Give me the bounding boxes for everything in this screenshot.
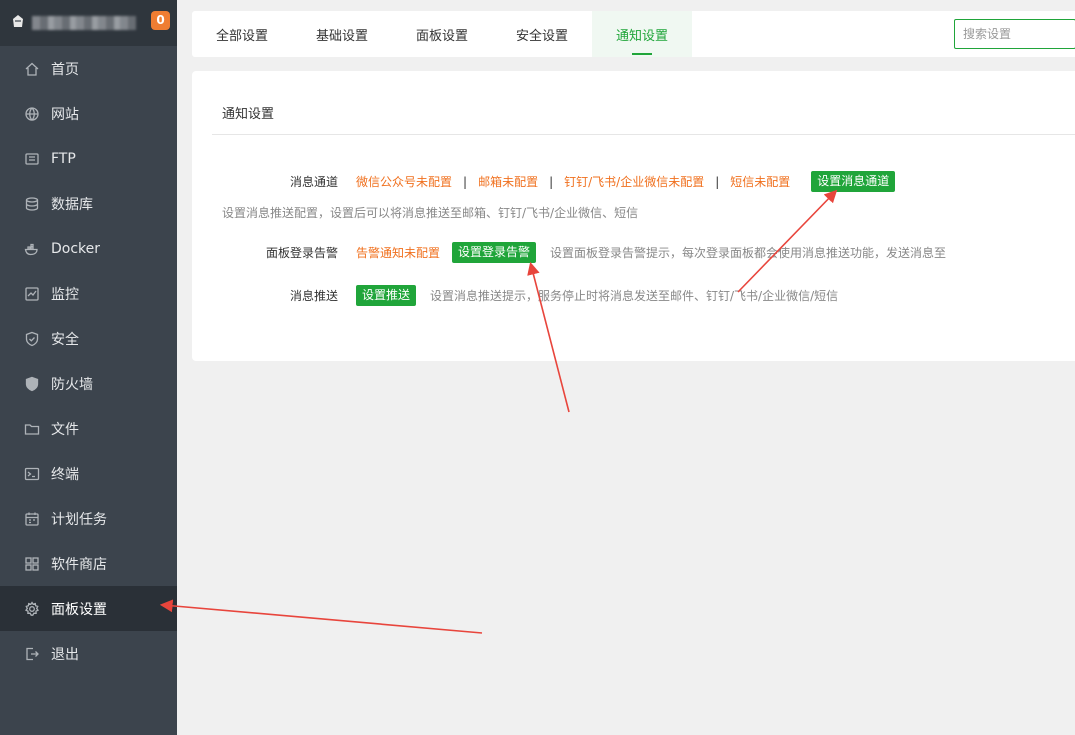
sidebar-item-files[interactable]: 文件 (0, 406, 177, 451)
sidebar-item-label: 退出 (51, 646, 79, 663)
firewall-icon (24, 376, 40, 392)
sidebar-item-panel-settings[interactable]: 面板设置 (0, 586, 177, 631)
home-icon (24, 61, 40, 77)
sidebar-item-store[interactable]: 软件商店 (0, 541, 177, 586)
sidebar: 0 首页 网站 FTP 数据库 Docker 监控 安全 防火墙 文件 终端 计… (0, 0, 177, 735)
terminal-icon (24, 466, 40, 482)
sidebar-item-label: Docker (51, 240, 101, 257)
database-icon (24, 196, 40, 212)
message-channel-label: 消息通道 (289, 175, 338, 189)
apps-icon (24, 556, 40, 572)
shield-icon (24, 331, 40, 347)
sidebar-header: 0 (0, 0, 177, 46)
login-alert-label: 面板登录告警 (265, 246, 338, 260)
sidebar-item-label: 软件商店 (51, 556, 107, 573)
search-input[interactable] (954, 19, 1075, 49)
sidebar-item-label: 首页 (51, 61, 79, 78)
sidebar-item-cron[interactable]: 计划任务 (0, 496, 177, 541)
set-message-channel-button[interactable]: 设置消息通道 (811, 171, 896, 192)
sidebar-item-monitor[interactable]: 监控 (0, 271, 177, 316)
annotation-arrow-to-panel-settings (159, 599, 483, 634)
sidebar-item-label: 数据库 (51, 196, 93, 213)
tab-basic-settings[interactable]: 基础设置 (292, 11, 392, 57)
notification-settings-card: 通知设置 消息通道 微信公众号未配置 | 邮箱未配置 | 钉钉/飞书/企业微信未… (192, 71, 1075, 361)
sidebar-item-label: 计划任务 (51, 511, 107, 528)
separator: | (463, 174, 468, 189)
tab-security-settings[interactable]: 安全设置 (492, 11, 592, 57)
sidebar-item-ftp[interactable]: FTP (0, 136, 177, 181)
email-status-link[interactable]: 邮箱未配置 (478, 173, 538, 190)
sidebar-item-label: 防火墙 (51, 376, 93, 393)
separator: | (715, 174, 720, 189)
notification-badge[interactable]: 0 (151, 11, 170, 30)
docker-icon (24, 241, 40, 257)
sms-status-link[interactable]: 短信未配置 (730, 173, 790, 190)
sidebar-item-home[interactable]: 首页 (0, 46, 177, 91)
sidebar-item-label: FTP (51, 150, 76, 167)
tab-notification-settings[interactable]: 通知设置 (592, 11, 692, 57)
globe-icon (24, 106, 40, 122)
sidebar-item-label: 面板设置 (51, 601, 107, 618)
sidebar-item-logout[interactable]: 退出 (0, 631, 177, 676)
sidebar-item-label: 文件 (51, 421, 79, 438)
dingtalk-status-link[interactable]: 钉钉/飞书/企业微信未配置 (564, 173, 704, 190)
hostname-blurred (32, 16, 136, 30)
sidebar-item-label: 网站 (51, 106, 79, 123)
folder-icon (24, 421, 40, 437)
set-push-button[interactable]: 设置推送 (356, 285, 417, 306)
tab-all-settings[interactable]: 全部设置 (192, 11, 292, 57)
sidebar-item-website[interactable]: 网站 (0, 91, 177, 136)
sidebar-item-terminal[interactable]: 终端 (0, 451, 177, 496)
calendar-icon (24, 511, 40, 527)
alert-status-link[interactable]: 告警通知未配置 (356, 244, 440, 261)
divider (212, 134, 1075, 135)
sidebar-nav: 首页 网站 FTP 数据库 Docker 监控 安全 防火墙 文件 终端 计划任… (0, 46, 177, 676)
message-channel-hint: 设置消息推送配置，设置后可以将消息推送至邮箱、钉钉/飞书/企业微信、短信 (222, 206, 639, 220)
login-alert-row: 面板登录告警 告警通知未配置 设置登录告警 设置面板登录告警提示，每次登录面板都… (192, 242, 946, 263)
login-alert-hint: 设置面板登录告警提示，每次登录面板都会使用消息推送功能，发送消息至 (550, 246, 947, 260)
message-push-hint: 设置消息推送提示，服务停止时将消息发送至邮件、钉钉/飞书/企业微信/短信 (430, 289, 839, 303)
sidebar-item-label: 安全 (51, 331, 79, 348)
card-title: 通知设置 (222, 107, 275, 122)
set-login-alert-button[interactable]: 设置登录告警 (452, 242, 537, 263)
sidebar-item-docker[interactable]: Docker (0, 226, 177, 271)
sidebar-item-label: 监控 (51, 286, 79, 303)
message-push-label: 消息推送 (289, 289, 338, 303)
gear-icon (24, 600, 40, 617)
monitor-icon (24, 286, 40, 302)
ftp-icon (24, 151, 40, 167)
sidebar-item-security[interactable]: 安全 (0, 316, 177, 361)
sidebar-item-database[interactable]: 数据库 (0, 181, 177, 226)
settings-tabbar: 全部设置 基础设置 面板设置 安全设置 通知设置 (192, 11, 1075, 57)
sidebar-item-firewall[interactable]: 防火墙 (0, 361, 177, 406)
logout-icon (24, 646, 40, 662)
sidebar-item-label: 终端 (51, 466, 79, 483)
message-channel-row: 消息通道 微信公众号未配置 | 邮箱未配置 | 钉钉/飞书/企业微信未配置 | … (192, 171, 896, 192)
separator: | (549, 174, 554, 189)
message-push-row: 消息推送 设置推送 设置消息推送提示，服务停止时将消息发送至邮件、钉钉/飞书/企… (192, 285, 838, 306)
logo-icon (10, 12, 26, 30)
tab-panel-settings[interactable]: 面板设置 (392, 11, 492, 57)
wechat-status-link[interactable]: 微信公众号未配置 (356, 173, 452, 190)
